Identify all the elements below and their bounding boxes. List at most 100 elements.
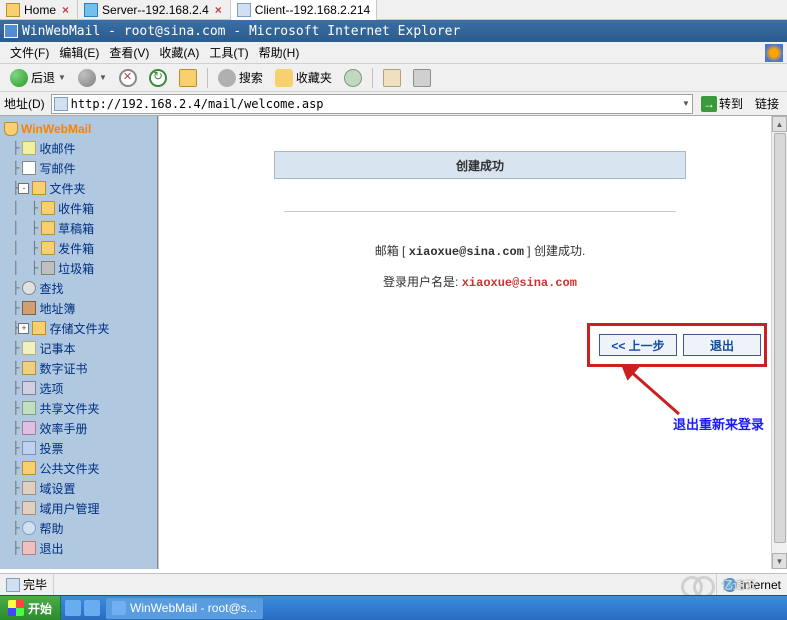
forward-icon <box>78 69 96 87</box>
refresh-icon <box>149 69 167 87</box>
sidebar-item[interactable]: ├ 收邮件 <box>0 138 157 158</box>
close-icon[interactable]: × <box>60 3 71 17</box>
sidebar-item[interactable]: ├写邮件 <box>0 158 157 178</box>
menu-file[interactable]: 文件(F) <box>6 41 53 64</box>
sidebar-item[interactable]: ├-文件夹 <box>0 178 157 198</box>
taskbar-item[interactable]: WinWebMail - root@s... <box>106 598 263 619</box>
watermark-logo-icon <box>681 574 717 594</box>
ql-icon[interactable] <box>84 600 100 616</box>
folder-icon <box>41 241 55 255</box>
exit-button[interactable]: 退出 <box>683 334 761 356</box>
ie-icon <box>4 24 18 38</box>
sidebar-item-label: 帮助 <box>39 520 63 537</box>
sidebar-item[interactable]: ├查找 <box>0 278 157 298</box>
ql-icon[interactable] <box>65 600 81 616</box>
print-button[interactable] <box>409 67 435 89</box>
forward-button[interactable]: ▼ <box>74 67 111 89</box>
trash-icon <box>41 261 55 275</box>
cert-icon <box>22 361 36 375</box>
vertical-scrollbar[interactable]: ▲ ▼ <box>771 116 787 569</box>
home-icon <box>6 3 20 17</box>
sidebar-item-label: 域设置 <box>39 480 75 497</box>
sidebar-item[interactable]: ├公共文件夹 <box>0 458 157 478</box>
go-button[interactable]: → 转到 <box>697 94 747 113</box>
back-button[interactable]: 后退 ▼ <box>6 67 70 89</box>
refresh-button[interactable] <box>145 67 171 89</box>
msg-suffix: ] 创建成功. <box>524 244 585 258</box>
toolbar: 后退 ▼ ▼ 搜索 收藏夹 <box>0 64 787 92</box>
sidebar-item[interactable]: ├共享文件夹 <box>0 398 157 418</box>
search-label: 搜索 <box>239 69 263 86</box>
close-icon[interactable]: × <box>213 3 224 17</box>
tab-home[interactable]: Home × <box>0 0 78 20</box>
home-icon <box>179 69 197 87</box>
rate-icon <box>22 421 36 435</box>
mail-button[interactable] <box>379 67 405 89</box>
prev-button[interactable]: << 上一步 <box>599 334 677 356</box>
stop-button[interactable] <box>115 67 141 89</box>
search-button[interactable]: 搜索 <box>214 67 267 89</box>
menu-edit[interactable]: 编辑(E) <box>55 41 103 64</box>
folder-icon <box>41 221 55 235</box>
scroll-thumb[interactable] <box>774 133 786 543</box>
back-label: 后退 <box>31 69 55 86</box>
history-icon <box>344 69 362 87</box>
address-input[interactable] <box>71 97 679 111</box>
annotation-text: 退出重新来登录 <box>673 414 764 433</box>
menu-help[interactable]: 帮助(H) <box>255 41 304 64</box>
address-bar: 地址(D) ▼ → 转到 链接 <box>0 92 787 116</box>
sidebar-item[interactable]: │ ├草稿箱 <box>0 218 157 238</box>
history-button[interactable] <box>340 67 366 89</box>
tree-line: ├ <box>0 161 18 175</box>
tab-label: Client--192.168.2.214 <box>255 3 370 17</box>
sidebar-item[interactable]: ├投票 <box>0 438 157 458</box>
sidebar-item[interactable]: │ ├发件箱 <box>0 238 157 258</box>
page-icon <box>54 97 68 111</box>
server-icon <box>84 3 98 17</box>
tab-client[interactable]: Client--192.168.2.214 <box>231 0 377 20</box>
menu-tools[interactable]: 工具(T) <box>205 41 252 64</box>
sidebar-item[interactable]: │ ├垃圾箱 <box>0 258 157 278</box>
chevron-down-icon: ▼ <box>58 73 66 82</box>
scroll-up-button[interactable]: ▲ <box>772 116 787 132</box>
tree-root[interactable]: WinWebMail <box>0 120 157 138</box>
sidebar-item-label: 收邮件 <box>39 140 75 157</box>
sidebar-item-label: 数字证书 <box>39 360 87 377</box>
sidebar-item-label: 投票 <box>39 440 63 457</box>
sidebar-item[interactable]: ├记事本 <box>0 338 157 358</box>
favorites-button[interactable]: 收藏夹 <box>271 67 336 89</box>
login-prefix: 登录用户名是: <box>383 275 462 289</box>
start-label: 开始 <box>28 600 52 617</box>
tab-server[interactable]: Server--192.168.2.4 × <box>78 0 231 20</box>
created-email: xiaoxue@sina.com <box>409 245 524 259</box>
menu-favorites[interactable]: 收藏(A) <box>155 41 203 64</box>
watermark-text: 亿速云 <box>721 576 757 593</box>
chevron-down-icon[interactable]: ▼ <box>682 99 690 108</box>
sidebar-item[interactable]: ├数字证书 <box>0 358 157 378</box>
tree-expander[interactable]: + <box>18 323 29 334</box>
sidebar-item[interactable]: ├域用户管理 <box>0 498 157 518</box>
sidebar-item[interactable]: ├+存储文件夹 <box>0 318 157 338</box>
book-icon <box>22 301 36 315</box>
sidebar-item[interactable]: ├退出 <box>0 538 157 558</box>
sidebar-item[interactable]: ├域设置 <box>0 478 157 498</box>
content-area: WinWebMail ├ 收邮件 ├写邮件 ├-文件夹 │ ├收件箱 │ ├草稿箱… <box>0 116 787 569</box>
menu-view[interactable]: 查看(V) <box>105 41 153 64</box>
sidebar-item[interactable]: ├帮助 <box>0 518 157 538</box>
start-button[interactable]: 开始 <box>0 596 61 620</box>
success-box: 创建成功 邮箱 [ xiaoxue@sina.com ] 创建成功. 登录用户名… <box>274 151 686 290</box>
sidebar-item[interactable]: ├效率手册 <box>0 418 157 438</box>
links-label[interactable]: 链接 <box>751 95 783 112</box>
scroll-down-button[interactable]: ▼ <box>772 553 787 569</box>
tree-expander[interactable]: - <box>18 183 29 194</box>
folder-icon <box>32 321 46 335</box>
go-arrow-icon: → <box>701 96 717 112</box>
sidebar-item[interactable]: ├地址簿 <box>0 298 157 318</box>
sidebar-item[interactable]: ├选项 <box>0 378 157 398</box>
sidebar-item[interactable]: │ ├收件箱 <box>0 198 157 218</box>
tree-line: ├ <box>0 181 18 195</box>
separator <box>372 68 373 88</box>
tree-line: ├ <box>0 141 18 155</box>
home-button[interactable] <box>175 67 201 89</box>
login-message: 登录用户名是: xiaoxue@sina.com <box>274 273 686 290</box>
